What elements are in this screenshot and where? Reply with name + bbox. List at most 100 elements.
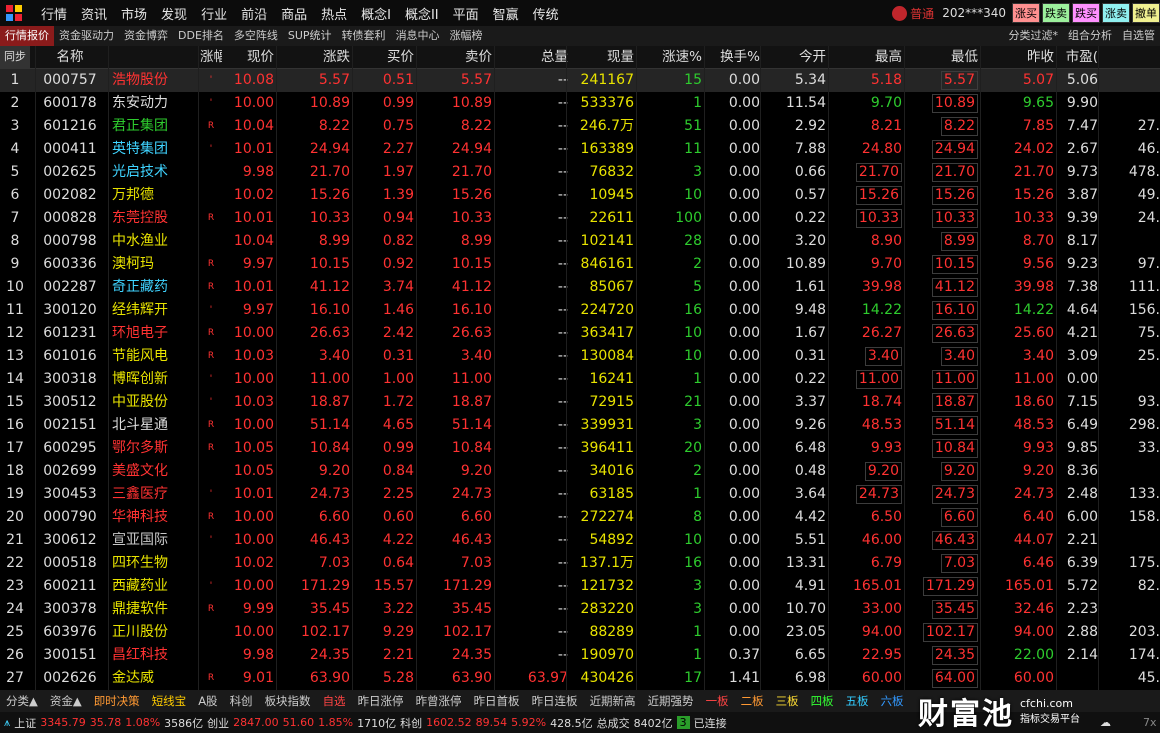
- menu-item-0[interactable]: 行情: [34, 4, 74, 23]
- table-row[interactable]: 7 000828 东莞控股 R 10.01 10.33 0.94 10.33 -- 22611 10…: [0, 207, 1160, 230]
- category-tab-7[interactable]: 自选: [317, 693, 352, 709]
- header-col-price[interactable]: 涨跌: [282, 46, 350, 68]
- table-row[interactable]: 2 600178 东安动力 ' 10.00 10.89 0.99 10.89 -- 533376 1…: [0, 92, 1160, 115]
- header-col-turnover[interactable]: 今开: [764, 46, 826, 68]
- table-row[interactable]: 4 000411 英特集团 ' 10.01 24.94 2.27 24.94 -- 163389 1…: [0, 138, 1160, 161]
- table-row[interactable]: 17 600295 鄂尔多斯 R 10.05 10.84 0.99 10.84 -- 396411…: [0, 437, 1160, 460]
- table-row[interactable]: 15 300512 中亚股份 ' 10.03 18.87 1.72 18.87 -- 72915 2…: [0, 391, 1160, 414]
- table-row[interactable]: 14 300318 博晖创新 ' 10.00 11.00 1.00 11.00 -- 16241 1…: [0, 368, 1160, 391]
- tab-watchlist-manage[interactable]: 自选管: [1117, 26, 1160, 46]
- tab-1[interactable]: 资金驱动力: [54, 26, 119, 46]
- table-row[interactable]: 3 601216 君正集团 R 10.04 8.22 0.75 8.22 -- 246.7万 51 0…: [0, 115, 1160, 138]
- menu-item-4[interactable]: 行业: [194, 4, 234, 23]
- table-row[interactable]: 12 601231 环旭电子 R 10.00 26.63 2.42 26.63 -- 363417…: [0, 322, 1160, 345]
- header-col-high[interactable]: 最低: [908, 46, 978, 68]
- category-tab-17[interactable]: 四板: [805, 693, 840, 709]
- menu-item-10[interactable]: 平面: [446, 4, 486, 23]
- table-row[interactable]: 16 002151 北斗星通 R 10.00 51.14 4.65 51.14 -- 339931…: [0, 414, 1160, 437]
- category-tab-9[interactable]: 昨曾涨停: [410, 693, 468, 709]
- menu-item-8[interactable]: 概念I: [354, 4, 398, 23]
- category-tab-15[interactable]: 二板: [735, 693, 770, 709]
- header-col-name[interactable]: [112, 46, 192, 68]
- category-tab-14[interactable]: 一板: [700, 693, 735, 709]
- header-col-low[interactable]: 昨收: [984, 46, 1054, 68]
- table-row[interactable]: 20 000790 华神科技 R 10.00 6.60 0.60 6.60 -- 272274 8 0…: [0, 506, 1160, 529]
- category-tab-8[interactable]: 昨日涨停: [352, 693, 410, 709]
- category-tab-6[interactable]: 板块指数: [259, 693, 317, 709]
- table-row[interactable]: 19 300453 三鑫医疗 ' 10.01 24.73 2.25 24.73 -- 63185 1…: [0, 483, 1160, 506]
- menu-item-7[interactable]: 热点: [314, 4, 354, 23]
- category-tab-2[interactable]: 即时决策: [88, 693, 146, 709]
- trade-button-up-buy[interactable]: 涨买: [1012, 3, 1040, 23]
- category-tab-13[interactable]: 近期强势: [642, 693, 700, 709]
- tab-category-filter[interactable]: 分类过滤*: [1004, 26, 1064, 46]
- sh-index-label[interactable]: 上证: [14, 715, 36, 731]
- trade-button-down-sell[interactable]: 跌卖: [1042, 3, 1070, 23]
- category-tab-0[interactable]: 分类▲: [0, 693, 44, 709]
- menu-item-11[interactable]: 智赢: [486, 4, 526, 23]
- zoom-level[interactable]: 7x: [1143, 716, 1157, 729]
- header-col-open[interactable]: 最高: [832, 46, 902, 68]
- header-col-ask[interactable]: 总量: [498, 46, 568, 68]
- table-row[interactable]: 23 600211 西藏药业 ' 10.00 171.29 15.57 171.29 -- 121…: [0, 575, 1160, 598]
- tab-2[interactable]: 资金博弈: [119, 26, 173, 46]
- cy-index-label[interactable]: 创业: [207, 715, 229, 731]
- tab-combo-analysis[interactable]: 组合分析: [1063, 26, 1117, 46]
- tab-0[interactable]: 行情报价: [0, 26, 54, 46]
- header-col-change-pct[interactable]: 现价: [222, 46, 274, 68]
- table-row[interactable]: 25 603976 正川股份 10.00 102.17 9.29 102.17 -- 88289…: [0, 621, 1160, 644]
- trade-button-cancel[interactable]: 撤单: [1132, 3, 1160, 23]
- category-tab-11[interactable]: 昨日连板: [526, 693, 584, 709]
- user-avatar-icon[interactable]: [892, 5, 908, 21]
- header-col-change[interactable]: 买价: [356, 46, 414, 68]
- header-col-prev-close[interactable]: 市盈(: [1058, 46, 1098, 68]
- trade-button-up-sell[interactable]: 涨卖: [1102, 3, 1130, 23]
- category-tab-1[interactable]: 资金▲: [44, 693, 88, 709]
- category-tab-10[interactable]: 昨日首板: [468, 693, 526, 709]
- menu-item-2[interactable]: 市场: [114, 4, 154, 23]
- table-row[interactable]: 24 300378 鼎捷软件 R 9.99 35.45 3.22 35.45 -- 283220 3…: [0, 598, 1160, 621]
- tab-8[interactable]: 涨幅榜: [445, 26, 488, 46]
- table-row[interactable]: 1 000757 浩物股份 ' 10.08 5.57 0.51 5.57 -- 241167 15 0…: [0, 69, 1160, 92]
- menu-item-9[interactable]: 概念II: [398, 4, 446, 23]
- menu-item-12[interactable]: 传统: [526, 4, 566, 23]
- menu-item-3[interactable]: 发现: [154, 4, 194, 23]
- category-tab-4[interactable]: A股: [192, 693, 223, 709]
- category-tab-16[interactable]: 三板: [770, 693, 805, 709]
- header-col-volume[interactable]: 现量: [570, 46, 634, 68]
- table-row[interactable]: 18 002699 美盛文化 10.05 9.20 0.84 9.20 -- 34016 2 0.0…: [0, 460, 1160, 483]
- menu-item-5[interactable]: 前沿: [234, 4, 274, 23]
- category-tab-18[interactable]: 五板: [840, 693, 875, 709]
- table-row[interactable]: 5 002625 光启技术 9.98 21.70 1.97 21.70 -- 76832 3 0.0…: [0, 161, 1160, 184]
- tab-6[interactable]: 转债套利: [337, 26, 391, 46]
- table-row[interactable]: 10 002287 奇正藏药 R 10.01 41.12 3.74 41.12 -- 85067 5…: [0, 276, 1160, 299]
- kc-index-label[interactable]: 科创: [400, 715, 422, 731]
- header-col-mark[interactable]: 涨幅%: [200, 46, 222, 68]
- header-col-speed[interactable]: 换手%: [708, 46, 760, 68]
- user-id[interactable]: 202***340: [942, 6, 1006, 20]
- table-row[interactable]: 21 300612 宣亚国际 ' 10.00 46.43 4.22 46.43 -- 54892 1…: [0, 529, 1160, 552]
- category-tab-12[interactable]: 近期新高: [584, 693, 642, 709]
- header-col-code[interactable]: 名称: [36, 46, 104, 68]
- connection-status[interactable]: 已连接: [694, 715, 727, 731]
- table-row[interactable]: 6 002082 万邦德 10.02 15.26 1.39 15.26 -- 10945 10 0.…: [0, 184, 1160, 207]
- header-col-pe[interactable]: [1100, 46, 1160, 68]
- table-row[interactable]: 27 002626 金达威 R 9.01 63.90 5.28 63.90 63.97 43042…: [0, 667, 1160, 690]
- menu-item-6[interactable]: 商品: [274, 4, 314, 23]
- table-row[interactable]: 8 000798 中水渔业 10.04 8.99 0.82 8.99 -- 102141 28 0.…: [0, 230, 1160, 253]
- trade-button-down-buy[interactable]: 跌买: [1072, 3, 1100, 23]
- table-row[interactable]: 13 601016 节能风电 R 10.03 3.40 0.31 3.40 -- 130084 10…: [0, 345, 1160, 368]
- table-row[interactable]: 26 300151 昌红科技 9.98 24.35 2.21 24.35 -- 190970 1 0…: [0, 644, 1160, 667]
- header-col-bid[interactable]: 卖价: [420, 46, 492, 68]
- app-logo-icon[interactable]: [6, 5, 22, 21]
- table-row[interactable]: 11 300120 经纬辉开 ' 9.97 16.10 1.46 16.10 -- 224720 1…: [0, 299, 1160, 322]
- header-col-current-vol[interactable]: 涨速%: [640, 46, 702, 68]
- category-tab-5[interactable]: 科创: [224, 693, 259, 709]
- table-row[interactable]: 9 600336 澳柯玛 R 9.97 10.15 0.92 10.15 -- 846161 2 0.…: [0, 253, 1160, 276]
- tab-5[interactable]: SUP统计: [283, 26, 337, 46]
- header-col-index[interactable]: 同步: [0, 46, 30, 68]
- category-tab-19[interactable]: 六板: [875, 693, 910, 709]
- menu-item-1[interactable]: 资讯: [74, 4, 114, 23]
- table-row[interactable]: 22 000518 四环生物 10.02 7.03 0.64 7.03 -- 137.1万 16 0…: [0, 552, 1160, 575]
- tab-3[interactable]: DDE排名: [173, 26, 229, 46]
